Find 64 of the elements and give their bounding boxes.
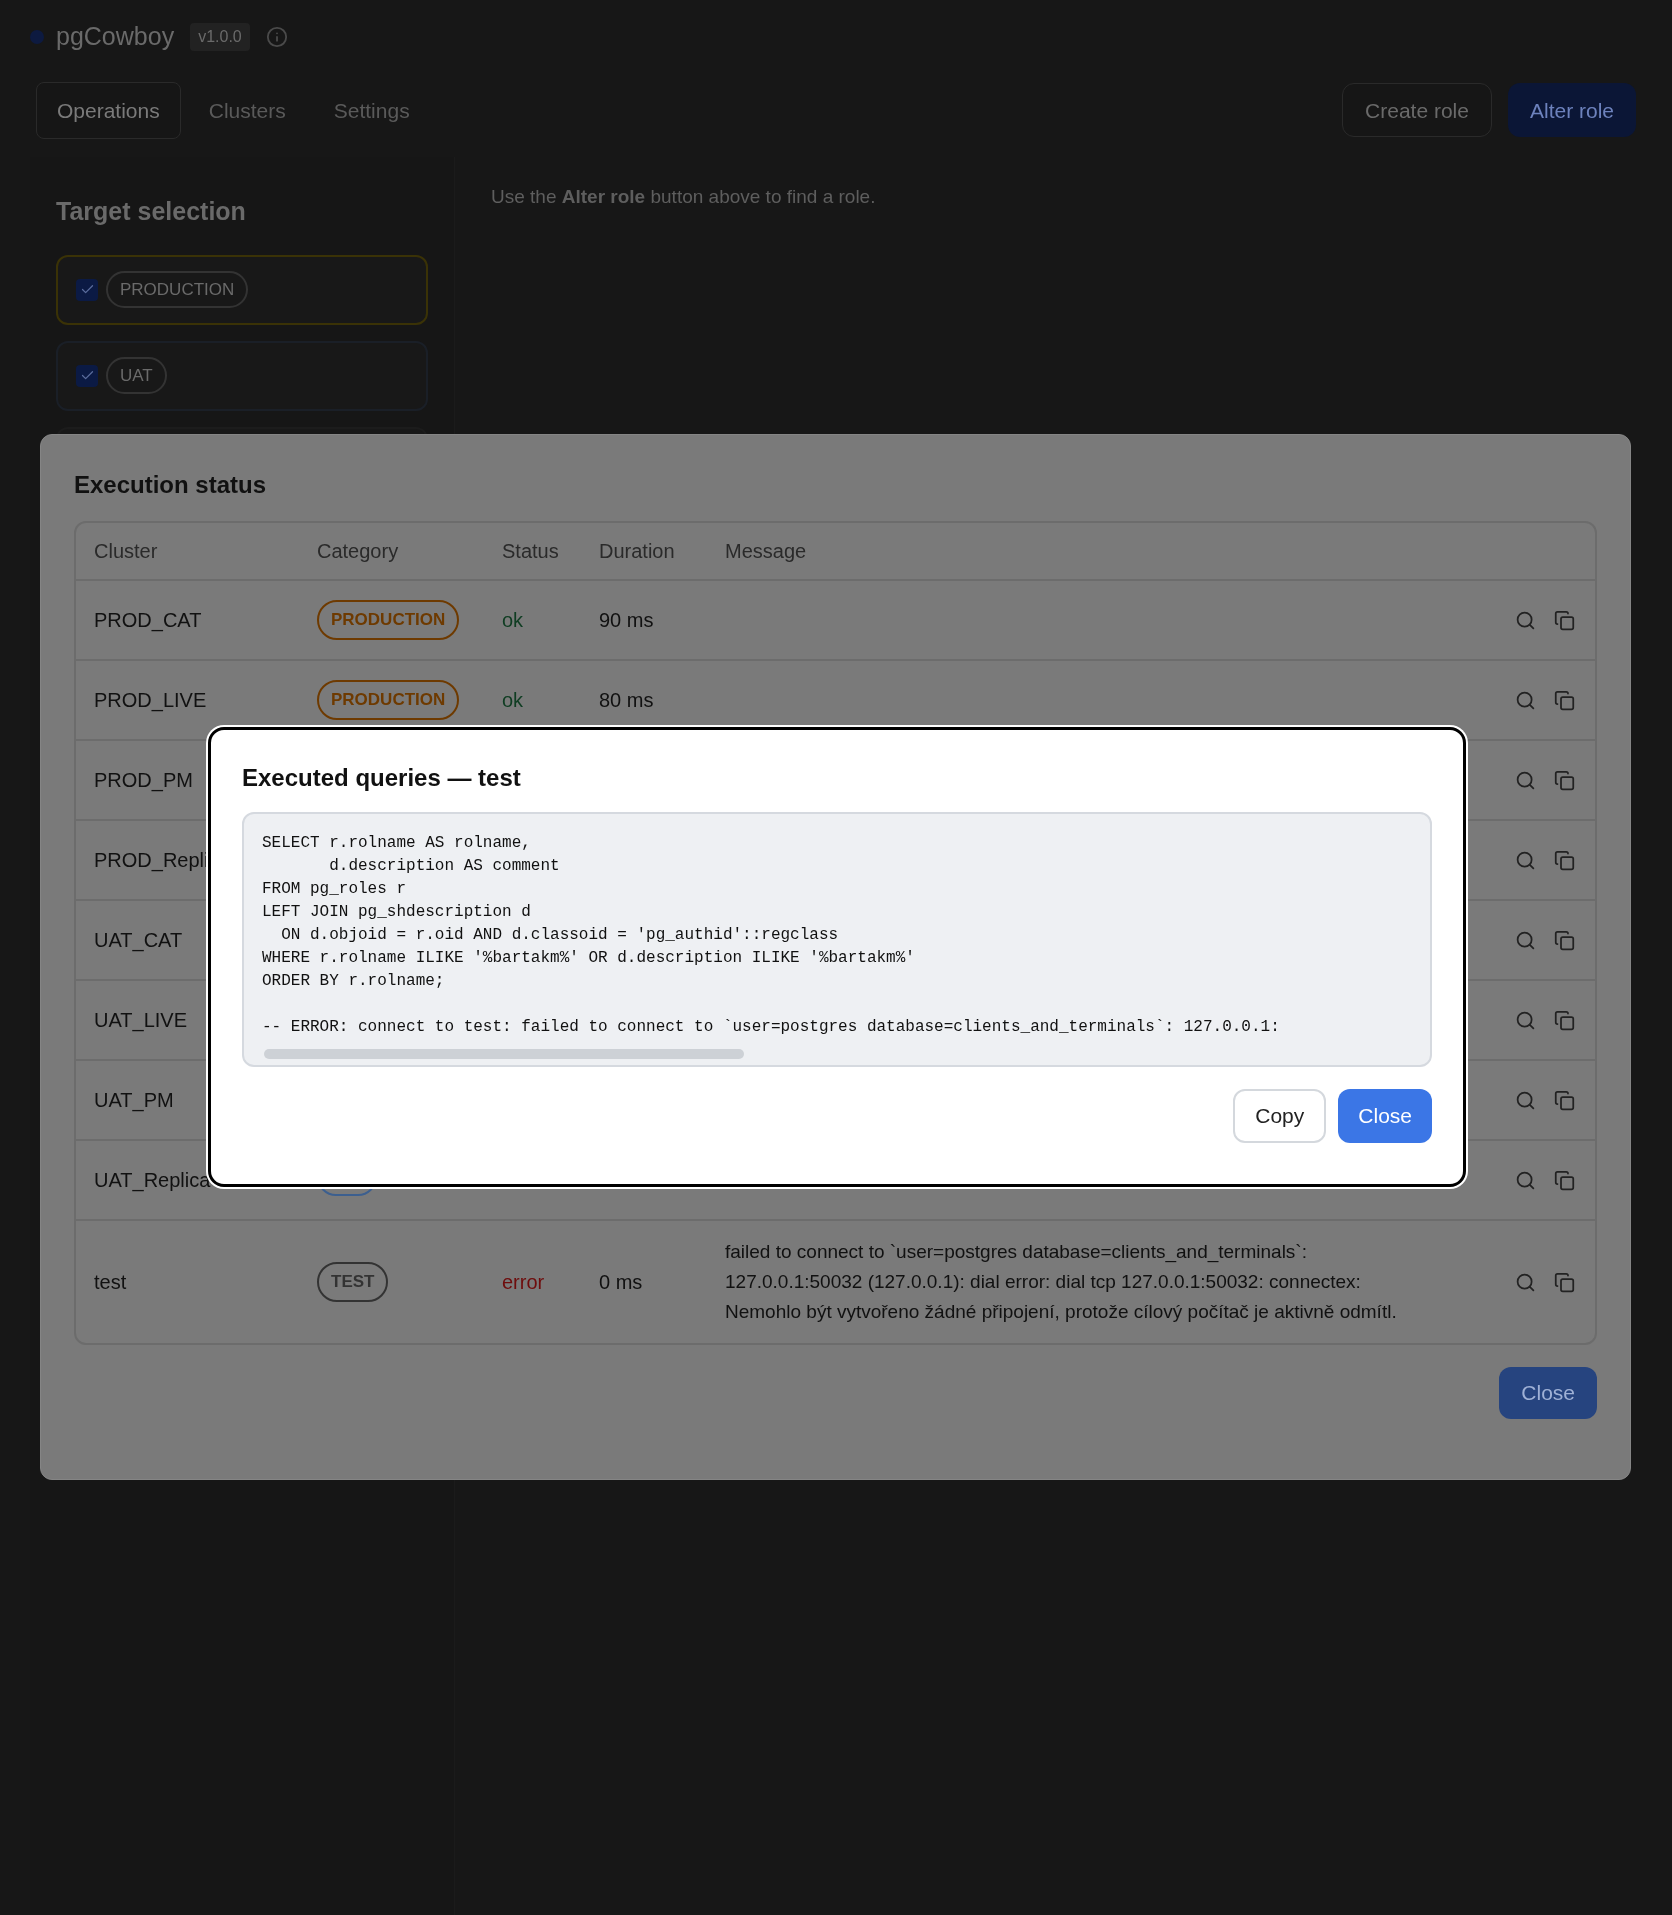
column-header: Category (317, 539, 399, 564)
dialog-title: Executed queries — test (242, 763, 522, 793)
nav-tab[interactable]: Settings (313, 82, 430, 138)
search-icon[interactable] (1515, 769, 1536, 791)
copy-icon[interactable] (1554, 1089, 1575, 1111)
copy-icon[interactable] (1554, 1271, 1575, 1293)
target-card[interactable]: UAT (56, 340, 428, 411)
copy-icon[interactable] (1554, 689, 1575, 711)
search-icon[interactable] (1515, 849, 1536, 871)
copy-icon[interactable] (1554, 849, 1575, 871)
cluster-name: test (94, 1270, 127, 1295)
action-button[interactable]: Alter role (1507, 83, 1636, 138)
category-badge: TEST (317, 1262, 389, 1302)
search-icon[interactable] (1515, 929, 1536, 951)
close-button[interactable]: Close (1499, 1367, 1597, 1419)
nav-tab[interactable]: Operations (36, 81, 181, 139)
search-icon[interactable] (1515, 609, 1536, 631)
cluster-name: UAT_Replica (94, 1168, 211, 1194)
search-icon[interactable] (1515, 689, 1536, 711)
hint-text: Use the Alter role button above to find a role. (491, 186, 876, 207)
app-name: pgCowboy (56, 21, 175, 52)
search-icon[interactable] (1515, 1009, 1536, 1031)
copy-icon[interactable] (1554, 1169, 1575, 1191)
category-badge: PRODUCTION (106, 270, 249, 309)
copy-icon[interactable] (1554, 769, 1575, 791)
duration-text: 0 ms (599, 1271, 643, 1293)
dialog-button[interactable]: Copy (1233, 1089, 1327, 1143)
column-header: Cluster (94, 539, 158, 564)
dialog-button[interactable]: Close (1338, 1089, 1432, 1143)
status-text: ok (502, 689, 524, 711)
cluster-name: UAT_LIVE (94, 1008, 187, 1034)
action-button[interactable]: Create role (1342, 83, 1492, 138)
cluster-name: PROD_CAT (94, 608, 202, 634)
info-icon[interactable] (265, 25, 288, 48)
cluster-name: UAT_PM (94, 1088, 174, 1114)
category-badge: PRODUCTION (317, 680, 460, 720)
query-code: SELECT r.rolname AS rolname, d.description AS comment FROM pg_roles r LEFT JOIN pg_shdescription d ON d.objoid = r.oid AND d.classoid = 'pg_authid'::regclass WHERE r.rolname ILIKE '%bartakm%' OR d.description ILIKE '%bartakm%' ORDER BY r.rolname; -- ERROR: connect to test: failed to connect to `user=postgres database=clients_and_terminals`: 127.0.0.1: (261, 833, 1281, 1038)
column-header: Status (502, 539, 559, 564)
category-badge: UAT (106, 356, 167, 395)
modal-title: Execution status (74, 470, 268, 500)
status-text: error (502, 1271, 545, 1293)
search-icon[interactable] (1515, 1089, 1536, 1111)
status-text: ok (502, 609, 524, 631)
column-header: Message (725, 539, 807, 564)
duration-text: 90 ms (599, 609, 654, 631)
cluster-name: PROD_Repli (94, 848, 209, 874)
sidebar-title: Target selection (56, 196, 247, 227)
nav-tab[interactable]: Clusters (188, 82, 306, 138)
copy-icon[interactable] (1554, 609, 1575, 631)
target-checkbox[interactable] (76, 364, 98, 387)
search-icon[interactable] (1515, 1271, 1536, 1293)
copy-icon[interactable] (1554, 1009, 1575, 1031)
cluster-name: PROD_LIVE (94, 688, 207, 714)
copy-icon[interactable] (1554, 929, 1575, 951)
target-checkbox[interactable] (76, 278, 98, 301)
cluster-name: UAT_CAT (94, 928, 183, 954)
target-card[interactable]: PRODUCTION (56, 254, 428, 325)
duration-text: 80 ms (599, 689, 654, 711)
message-text: failed to connect to `user=postgres database=clients_and_terminals`: 127.0.0.1:50032 (127.0.0.1): dial error: dial tcp 127.0.0.1:50032: connectex: Nemohlo být vytvořeno žádné připojení, protože cílový počítač je aktivně odmítl. (725, 1240, 1398, 1324)
cluster-name: PROD_PM (94, 768, 193, 794)
category-badge: PRODUCTION (317, 600, 460, 640)
column-header: Duration (599, 539, 675, 564)
version-label: v1.0.0 (190, 22, 250, 51)
search-icon[interactable] (1515, 1169, 1536, 1191)
